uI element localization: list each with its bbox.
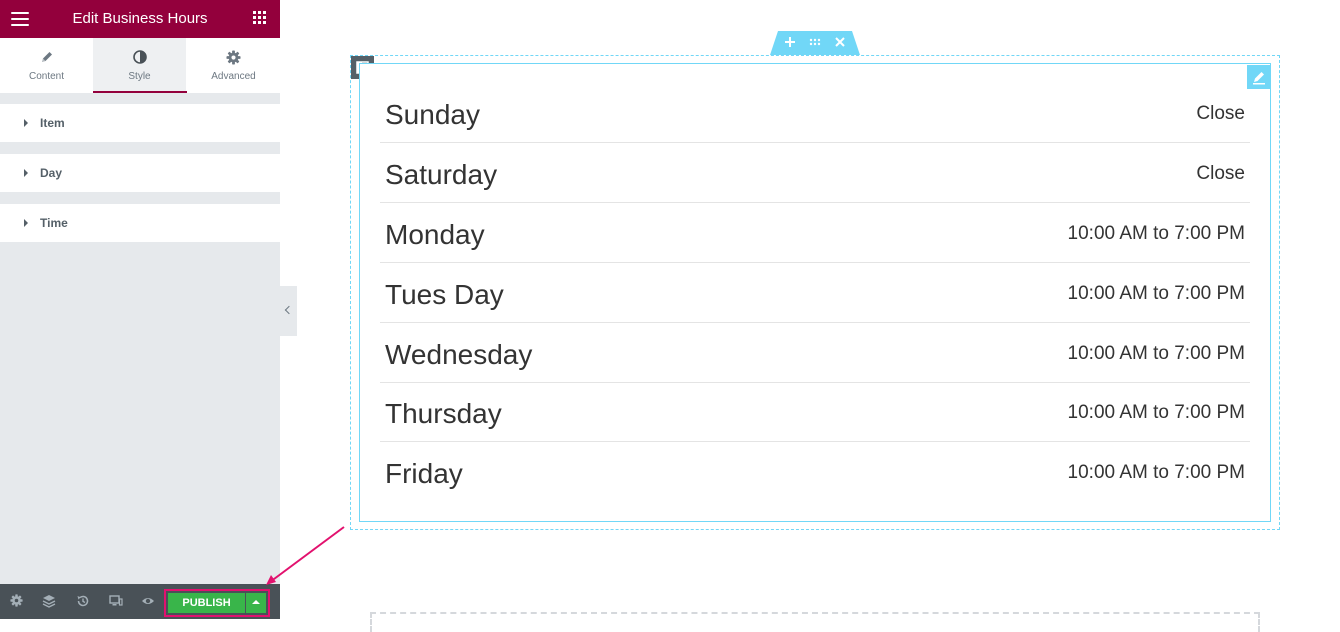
publish-options-button[interactable] <box>246 593 266 613</box>
hours-row: Monday 10:00 AM to 7:00 PM <box>380 203 1250 263</box>
hours-row: Tues Day 10:00 AM to 7:00 PM <box>380 263 1250 323</box>
tab-advanced-label: Advanced <box>211 71 256 82</box>
tab-content[interactable]: Content <box>0 38 93 93</box>
section-day[interactable]: Day <box>0 154 280 192</box>
panel-tabs: Content Style Advanced <box>0 38 280 93</box>
widgets-grid-icon[interactable] <box>253 11 267 25</box>
time-label: 10:00 AM to 7:00 PM <box>1067 402 1245 423</box>
section-day-label: Day <box>40 166 63 180</box>
day-label: Monday <box>385 219 485 250</box>
day-label: Thursday <box>385 398 502 429</box>
preview-eye-icon[interactable] <box>141 594 155 608</box>
tab-style[interactable]: Style <box>93 38 187 93</box>
half-circle-icon <box>93 50 186 66</box>
pencil-icon <box>0 50 93 66</box>
section-time[interactable]: Time <box>0 204 280 242</box>
section-item-label: Item <box>40 116 65 130</box>
tab-style-label: Style <box>128 71 151 82</box>
day-label: Sunday <box>385 99 480 130</box>
settings-icon[interactable] <box>10 594 24 608</box>
time-label: 10:00 AM to 7:00 PM <box>1067 343 1245 364</box>
gear-icon <box>187 50 280 66</box>
publish-button[interactable]: PUBLISH <box>168 593 245 613</box>
drag-handle-icon[interactable] <box>808 35 822 49</box>
time-label: 10:00 AM to 7:00 PM <box>1067 462 1245 483</box>
hours-row: Saturday Close <box>380 143 1250 203</box>
time-label: 10:00 AM to 7:00 PM <box>1067 223 1245 244</box>
section-handle <box>770 31 860 55</box>
hours-row: Thursday 10:00 AM to 7:00 PM <box>380 382 1250 442</box>
section-time-label: Time <box>40 216 68 230</box>
hours-row: Sunday Close <box>380 83 1250 143</box>
caret-right-icon <box>24 219 28 227</box>
layers-icon[interactable] <box>42 594 56 608</box>
collapse-panel-handle[interactable] <box>280 286 297 336</box>
tab-advanced[interactable]: Advanced <box>187 38 280 93</box>
panel-title: Edit Business Hours <box>72 10 208 27</box>
day-label: Saturday <box>385 159 498 190</box>
hours-row: Wednesday 10:00 AM to 7:00 PM <box>380 323 1250 383</box>
history-icon[interactable] <box>76 594 90 608</box>
publish-highlight: PUBLISH <box>164 589 270 617</box>
day-label: Tues Day <box>385 279 504 310</box>
sidebar-header: Edit Business Hours <box>0 0 280 38</box>
responsive-icon[interactable] <box>109 594 123 608</box>
caret-up-icon <box>252 600 260 604</box>
hours-row: Friday 10:00 AM to 7:00 PM <box>380 442 1250 502</box>
edit-widget-pencil-icon[interactable] <box>1247 65 1271 89</box>
day-label: Friday <box>385 458 463 489</box>
section-item[interactable]: Item <box>0 104 280 142</box>
day-label: Wednesday <box>385 339 533 370</box>
editor-sidebar: Edit Business Hours Content Style Advanc… <box>0 0 280 619</box>
time-label: 10:00 AM to 7:00 PM <box>1067 283 1245 304</box>
time-label: Close <box>1196 103 1245 124</box>
chevron-left-icon <box>284 305 294 315</box>
active-tab-indicator <box>93 91 187 93</box>
add-section-dropzone[interactable] <box>370 612 1260 632</box>
time-label: Close <box>1196 163 1245 184</box>
caret-right-icon <box>24 169 28 177</box>
delete-section-icon[interactable] <box>834 35 846 49</box>
add-section-icon[interactable] <box>784 35 796 49</box>
tab-content-label: Content <box>28 71 65 82</box>
caret-right-icon <box>24 119 28 127</box>
